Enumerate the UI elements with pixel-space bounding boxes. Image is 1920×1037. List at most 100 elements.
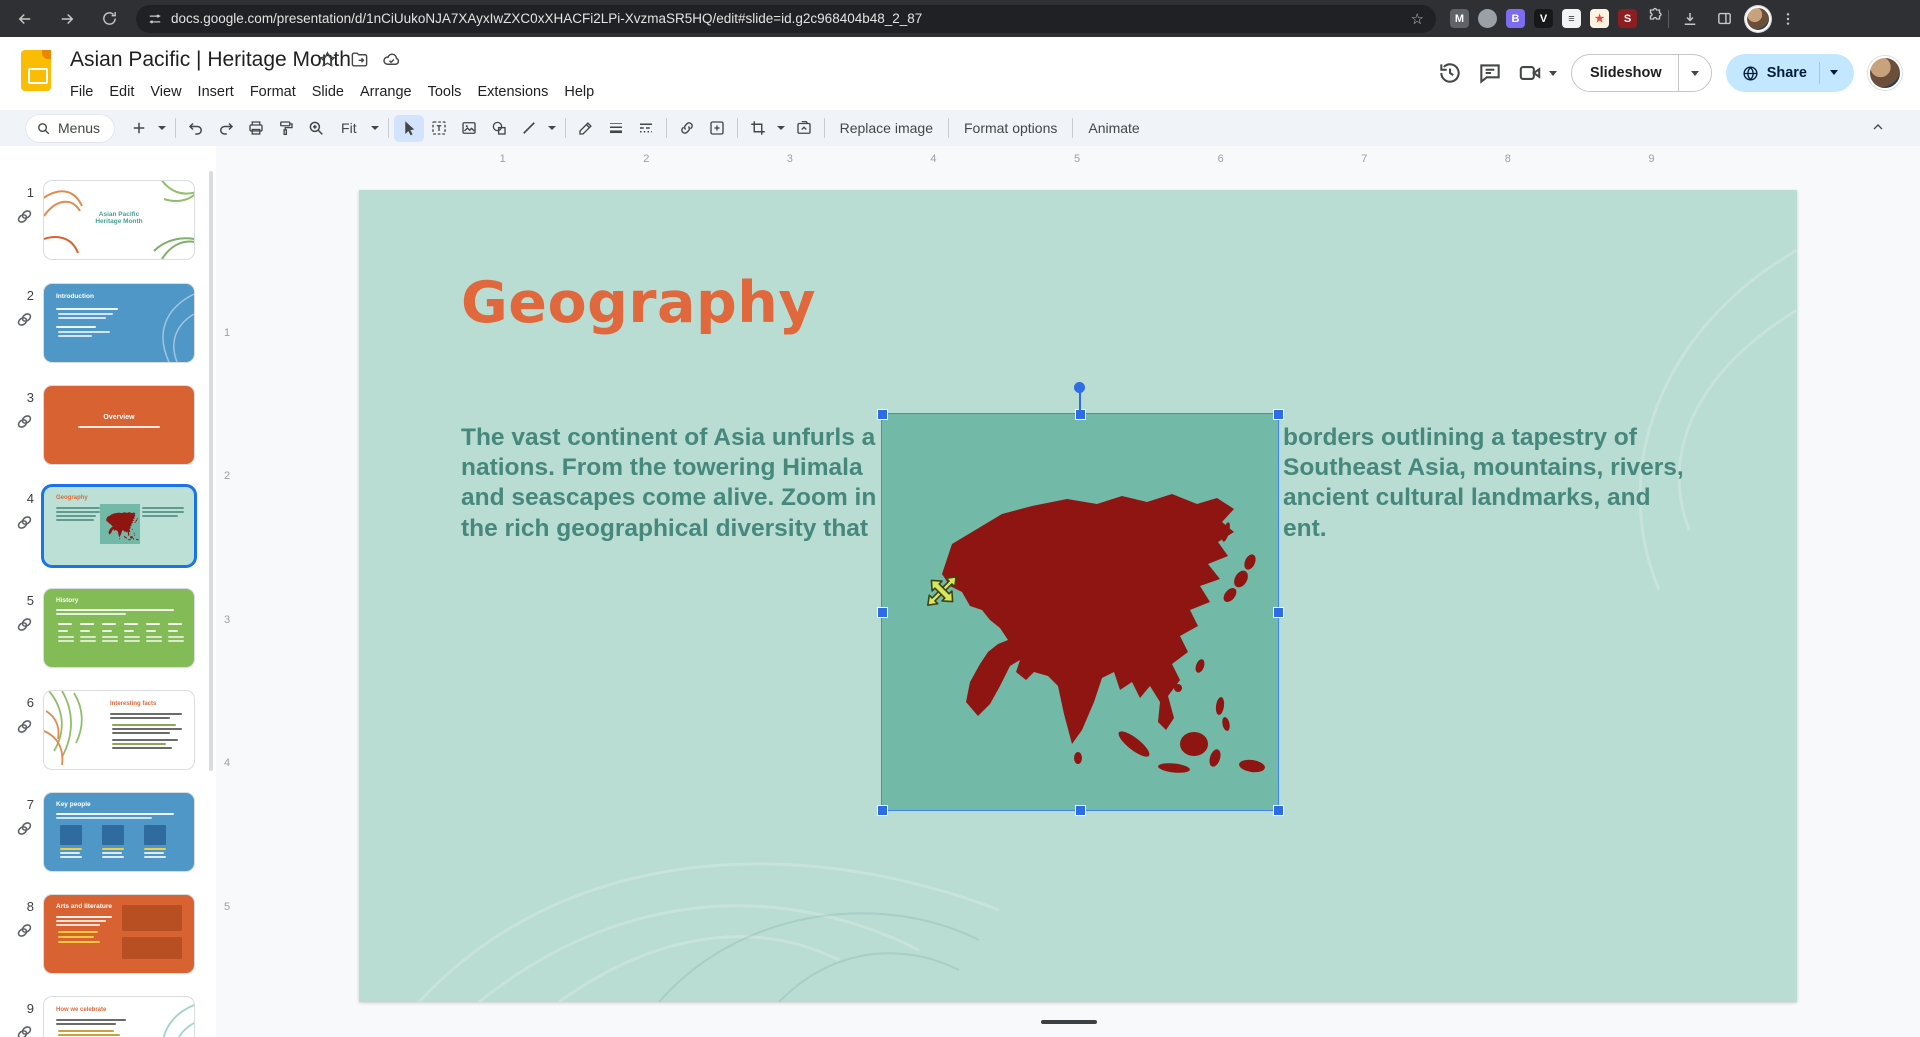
selection-handle[interactable] xyxy=(1273,607,1284,618)
slide-title[interactable]: Geography xyxy=(461,270,816,336)
body-text-left[interactable]: the rich geographical diversity that xyxy=(461,515,868,543)
selection-handle[interactable] xyxy=(877,607,888,618)
menu-edit[interactable]: Edit xyxy=(101,81,142,103)
redo-button[interactable] xyxy=(211,115,241,142)
add-comment-button[interactable] xyxy=(702,115,732,142)
body-text-right[interactable]: ancient cultural landmarks, and xyxy=(1283,484,1651,512)
body-text-right[interactable]: Southeast Asia, mountains, rivers, xyxy=(1283,454,1684,482)
slide-thumbnail-4[interactable]: Geography xyxy=(44,487,194,565)
extensions-puzzle-icon[interactable] xyxy=(1646,7,1664,30)
slide-thumbnail-7[interactable]: Key people xyxy=(44,793,194,871)
select-tool-button[interactable] xyxy=(394,115,424,142)
selection-handle[interactable] xyxy=(877,409,888,420)
border-weight-button[interactable] xyxy=(601,115,631,142)
hide-menus-icon[interactable] xyxy=(1870,119,1886,138)
share-dropdown-icon[interactable] xyxy=(1819,62,1848,85)
comments-icon[interactable] xyxy=(1477,60,1503,86)
menu-insert[interactable]: Insert xyxy=(190,81,242,103)
menu-extensions[interactable]: Extensions xyxy=(469,81,556,103)
new-slide-button[interactable] xyxy=(124,115,154,142)
mask-dropdown-icon[interactable] xyxy=(777,126,785,130)
downloads-icon[interactable] xyxy=(1673,5,1707,33)
slideshow-button[interactable]: Slideshow xyxy=(1571,54,1712,92)
selection-handle[interactable] xyxy=(1273,805,1284,816)
insert-image-button[interactable] xyxy=(454,115,484,142)
join-call-icon[interactable] xyxy=(1517,60,1543,86)
back-icon[interactable] xyxy=(8,5,42,33)
body-text-left[interactable]: The vast continent of Asia unfurls a xyxy=(461,424,875,452)
site-settings-icon[interactable] xyxy=(148,12,162,26)
slide-thumbnail-5[interactable]: History xyxy=(44,589,194,667)
menu-arrange[interactable]: Arrange xyxy=(352,81,420,103)
print-button[interactable] xyxy=(241,115,271,142)
slide-thumbnail-9[interactable]: How we celebrate xyxy=(44,997,194,1037)
line-dropdown-icon[interactable] xyxy=(548,126,556,130)
filmstrip-scrollbar[interactable] xyxy=(209,171,213,771)
google-slides-logo-icon[interactable] xyxy=(21,50,51,91)
star-extension-icon[interactable]: ★ xyxy=(1590,9,1609,28)
grayscale-extension-icon[interactable] xyxy=(1478,9,1497,28)
reset-image-button[interactable] xyxy=(789,115,819,142)
browser-profile-avatar[interactable] xyxy=(1745,6,1771,32)
insert-shape-button[interactable] xyxy=(484,115,514,142)
selection-handle[interactable] xyxy=(1075,805,1086,816)
menu-file[interactable]: File xyxy=(62,81,101,103)
h-ruler-number: 4 xyxy=(930,153,936,165)
browser-menu-icon[interactable] xyxy=(1771,5,1805,33)
zoom-dropdown-icon[interactable] xyxy=(371,126,379,130)
account-avatar[interactable] xyxy=(1868,56,1902,90)
zoom-button[interactable] xyxy=(301,115,331,142)
move-folder-icon[interactable] xyxy=(350,50,369,69)
border-dash-button[interactable] xyxy=(631,115,661,142)
doc-extension-icon[interactable]: ≡ xyxy=(1562,9,1581,28)
new-slide-dropdown-icon[interactable] xyxy=(158,126,166,130)
insert-line-button[interactable] xyxy=(514,115,544,142)
slide-thumbnail-3[interactable]: Overview xyxy=(44,386,194,464)
version-history-icon[interactable] xyxy=(1437,60,1463,86)
side-panel-icon[interactable] xyxy=(1707,5,1741,33)
body-text-left[interactable]: nations. From the towering Himala xyxy=(461,454,863,482)
selection-handle[interactable] xyxy=(1273,409,1284,420)
address-bar[interactable]: docs.google.com/presentation/d/1nCiUukoN… xyxy=(136,5,1436,33)
star-document-icon[interactable] xyxy=(318,50,337,69)
call-dropdown-icon[interactable] xyxy=(1549,71,1557,76)
body-text-left[interactable]: and seascapes come alive. Zoom in xyxy=(461,484,876,512)
replace-image-button[interactable]: Replace image xyxy=(830,120,943,136)
menu-view[interactable]: View xyxy=(142,81,189,103)
rotation-handle[interactable] xyxy=(1074,382,1085,393)
undo-button[interactable] xyxy=(181,115,211,142)
menu-tools[interactable]: Tools xyxy=(420,81,470,103)
forward-icon[interactable] xyxy=(50,5,84,33)
format-options-button[interactable]: Format options xyxy=(954,120,1067,136)
border-color-button[interactable] xyxy=(571,115,601,142)
zoom-select[interactable]: Fit xyxy=(331,120,367,136)
menu-format[interactable]: Format xyxy=(242,81,304,103)
slideshow-dropdown-icon[interactable] xyxy=(1678,55,1711,91)
crop-image-button[interactable] xyxy=(743,115,773,142)
text-box-button[interactable] xyxy=(424,115,454,142)
b-extension-icon[interactable]: B xyxy=(1506,9,1525,28)
slide-thumbnail-2[interactable]: Introduction xyxy=(44,284,194,362)
insert-link-button[interactable] xyxy=(672,115,702,142)
document-title[interactable]: Asian Pacific | Heritage Month xyxy=(70,48,351,72)
dark-extension-icon[interactable]: V xyxy=(1534,9,1553,28)
slide-thumbnail-6[interactable]: Interesting facts xyxy=(44,691,194,769)
slide-thumbnail-8[interactable]: Arts and literature xyxy=(44,895,194,973)
bookmark-star-icon[interactable]: ☆ xyxy=(1411,10,1424,28)
slide-thumbnail-1[interactable]: Asian Pacific Heritage Month xyxy=(44,181,194,259)
menu-help[interactable]: Help xyxy=(556,81,602,103)
menus-search-button[interactable]: Menus xyxy=(26,115,114,142)
gmail-extension-icon[interactable]: M xyxy=(1450,9,1469,28)
body-text-right[interactable]: borders outlining a tapestry of xyxy=(1283,424,1637,452)
menu-slide[interactable]: Slide xyxy=(304,81,352,103)
slide-canvas[interactable]: Geography The vast continent of Asia unf… xyxy=(359,190,1797,1002)
selection-handle[interactable] xyxy=(877,805,888,816)
paint-format-button[interactable] xyxy=(271,115,301,142)
animate-button[interactable]: Animate xyxy=(1078,120,1149,136)
cloud-saved-icon[interactable] xyxy=(382,50,401,69)
speaker-notes-handle[interactable] xyxy=(1041,1020,1097,1024)
share-button[interactable]: Share xyxy=(1726,54,1854,92)
s-red-extension-icon[interactable]: S xyxy=(1618,9,1637,28)
body-text-right[interactable]: ent. xyxy=(1283,515,1327,543)
reload-icon[interactable] xyxy=(92,5,126,33)
